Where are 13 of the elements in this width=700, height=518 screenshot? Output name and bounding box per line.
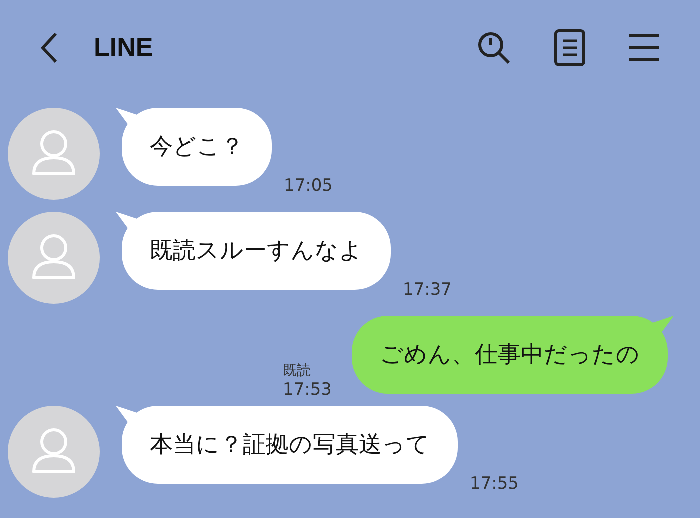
avatar-icon [8, 406, 100, 498]
chat-title: LINE [94, 32, 154, 63]
message-time: 17:53 [283, 380, 332, 400]
message-time: 17:55 [470, 474, 519, 494]
read-receipt: 既読 [283, 362, 311, 380]
search-icon[interactable] [476, 30, 512, 66]
menu-icon[interactable] [628, 32, 660, 62]
message-time: 17:05 [284, 176, 333, 196]
avatar-icon [8, 212, 100, 304]
message-time: 17:37 [403, 280, 452, 300]
avatar-icon [8, 108, 100, 200]
note-icon[interactable] [554, 28, 586, 66]
back-icon[interactable] [40, 32, 58, 64]
